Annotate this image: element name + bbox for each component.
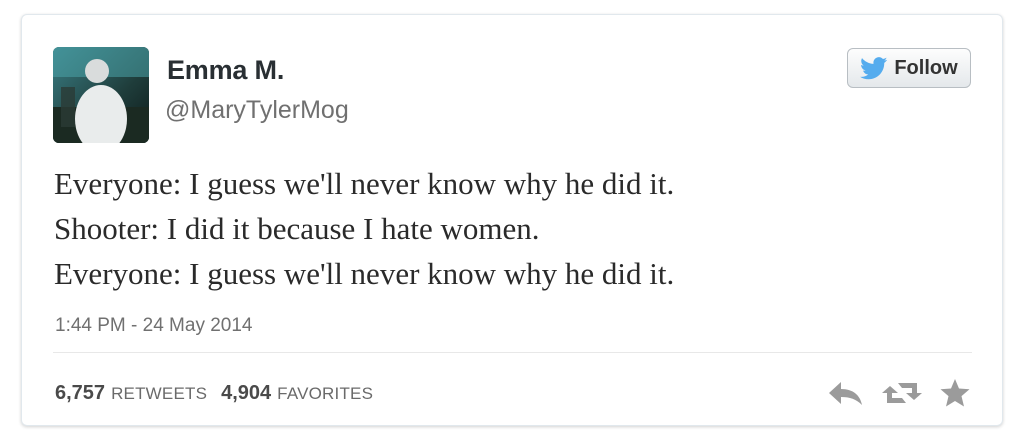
divider	[53, 352, 972, 353]
author-handle[interactable]: @MaryTylerMog	[165, 96, 349, 125]
tweet-text: Everyone: I guess we'll never know why h…	[54, 161, 984, 296]
follow-label: Follow	[894, 56, 958, 79]
retweets-count: 6,757	[55, 382, 106, 404]
tweet-line: Everyone: I guess we'll never know why h…	[54, 256, 675, 291]
avatar[interactable]	[53, 47, 149, 143]
star-icon[interactable]	[940, 379, 970, 407]
author-name[interactable]: Emma M.	[167, 55, 284, 86]
twitter-bird-icon	[860, 56, 888, 80]
retweet-icon[interactable]	[882, 380, 922, 406]
tweet-timestamp[interactable]: 1:44 PM - 24 May 2014	[55, 315, 253, 337]
retweets-stat[interactable]: 6,757 RETWEETS	[55, 382, 207, 405]
tweet-card: Emma M. @MaryTylerMog Follow Everyone: I…	[21, 14, 1003, 426]
favorites-stat[interactable]: 4,904 FAVORITES	[221, 382, 373, 405]
tweet-line: Shooter: I did it because I hate women.	[54, 211, 540, 246]
reply-icon[interactable]	[828, 380, 864, 406]
favorites-count: 4,904	[221, 382, 272, 404]
follow-button[interactable]: Follow	[847, 48, 971, 88]
tweet-actions	[828, 379, 970, 407]
favorites-label: FAVORITES	[277, 384, 374, 403]
tweet-line: Everyone: I guess we'll never know why h…	[54, 166, 675, 201]
tweet-stats: 6,757 RETWEETS 4,904 FAVORITES	[55, 382, 387, 405]
retweets-label: RETWEETS	[111, 384, 208, 403]
